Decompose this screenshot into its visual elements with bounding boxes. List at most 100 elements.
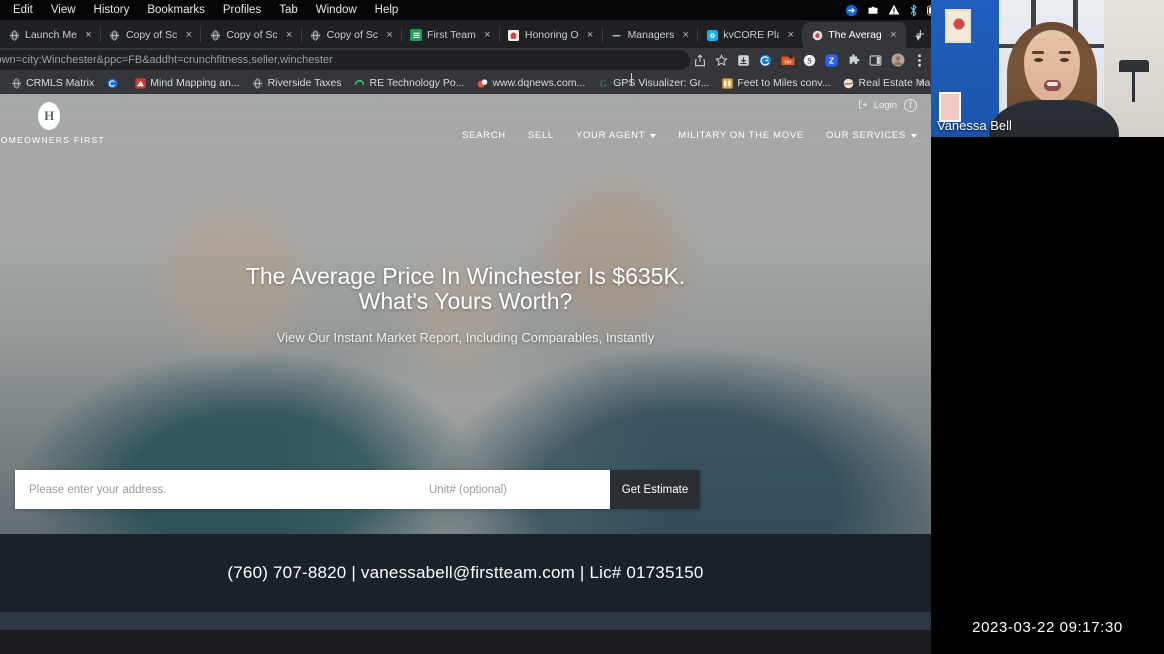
bookmark-item[interactable]: [100, 77, 128, 89]
facebook-icon[interactable]: f: [904, 99, 917, 112]
svg-text:Z: Z: [829, 56, 834, 65]
tab-close-icon[interactable]: ×: [283, 29, 296, 42]
tab-close-icon[interactable]: ×: [182, 29, 195, 42]
nav-military-on-the-move[interactable]: MILITARY ON THE MOVE: [678, 130, 804, 141]
url-path: /sell.php?town=city:Winchester&ppc=FB&ad…: [0, 54, 333, 66]
side-panel-icon[interactable]: [868, 53, 883, 68]
menu-bar-status-icons: Wed Mar 22 9:17 AM: [845, 0, 931, 20]
address-input[interactable]: [15, 470, 415, 509]
sign-in-icon[interactable]: [858, 99, 867, 112]
tab-label: Copy of Sc: [226, 29, 278, 41]
globe-icon: [8, 29, 20, 41]
headline-line-1: The Average Price In Winchester Is $635K…: [245, 263, 686, 289]
bluetooth-icon[interactable]: [909, 3, 918, 17]
browser-tab[interactable]: First Team ×: [402, 22, 500, 48]
bookmarks-overflow-icon[interactable]: »: [919, 77, 925, 89]
address-bar[interactable]: nessabell.firstteam.com/sell.php?town=ci…: [0, 50, 690, 70]
bookmark-item[interactable]: Feet to Miles conv...: [715, 77, 836, 89]
homeowners-first-text: HOMEOWNERS FIRST: [0, 135, 105, 145]
nav-your-agent[interactable]: YOUR AGENT: [576, 130, 657, 141]
bookmark-star-icon[interactable]: [714, 53, 729, 68]
menu-edit[interactable]: Edit: [4, 0, 42, 20]
agent-contact-text: (760) 707-8820 | vanessabell@firstteam.c…: [227, 563, 704, 582]
bookmark-item[interactable]: Mind Mapping an...: [128, 77, 245, 89]
browser-tab[interactable]: Copy of Sc ×: [201, 22, 303, 48]
chevron-down-icon[interactable]: ▾: [915, 31, 921, 44]
get-estimate-button[interactable]: Get Estimate: [610, 470, 700, 509]
macos-menu-bar: Edit View History Bookmarks Profiles Tab…: [0, 0, 931, 20]
webcam-mouth: [1044, 80, 1061, 91]
hero-section: AM STATE H HOMEOWNERS FIRST: [0, 94, 931, 534]
site-logo-group[interactable]: AM STATE H HOMEOWNERS FIRST: [0, 102, 105, 145]
tab-close-icon[interactable]: ×: [481, 29, 494, 42]
browser-tab[interactable]: Managers ×: [603, 22, 699, 48]
bookmark-item[interactable]: Real Estate Marbl...: [837, 77, 931, 89]
extension-orange-icon[interactable]: 994: [780, 53, 795, 68]
tab-close-icon[interactable]: ×: [383, 29, 396, 42]
bookmark-label: GPS Visualizer: Gr...: [613, 77, 710, 89]
nav-label: MILITARY ON THE MOVE: [678, 130, 804, 141]
browser-tab[interactable]: Copy of Sc ×: [101, 22, 202, 48]
bookmark-item[interactable]: RE Technology Po...: [348, 77, 471, 89]
tab-close-icon[interactable]: ×: [784, 29, 797, 42]
bookmark-item[interactable]: CRMLS Matrix: [4, 77, 100, 89]
browser-tab[interactable]: Launch Me ×: [0, 22, 101, 48]
webcam-eye-right: [1060, 58, 1069, 62]
webcam-bg-wall-art: [945, 9, 971, 43]
firstteam-icon: [811, 29, 823, 41]
menu-help[interactable]: Help: [366, 0, 408, 20]
menu-window[interactable]: Window: [307, 0, 366, 20]
bookmark-item[interactable]: www.dqnews.com...: [470, 77, 591, 89]
nav-sell[interactable]: SELL: [528, 130, 554, 141]
cloud-upload-icon[interactable]: [867, 4, 879, 16]
warning-icon[interactable]: [888, 4, 900, 16]
bookmarks-bar: CRMLS Matrix Mind Mapping an... Riversid…: [0, 72, 931, 94]
bookmark-label: Riverside Taxes: [267, 77, 342, 89]
nav-search[interactable]: SEARCH: [462, 130, 506, 141]
browser-tab-strip: Launch Me × Copy of Sc × Copy of Sc × Co…: [0, 20, 931, 48]
extension-z-icon[interactable]: Z: [824, 53, 839, 68]
extension-grammarly-icon[interactable]: [758, 53, 773, 68]
bookmark-item[interactable]: Riverside Taxes: [246, 77, 348, 89]
page-title: The Average Price In Winchester Is $635K…: [0, 264, 931, 314]
webcam-panel-background: [931, 137, 1164, 654]
profile-avatar-icon[interactable]: [890, 53, 905, 68]
browser-tab-active[interactable]: The Averag ×: [803, 22, 906, 48]
tab-close-icon[interactable]: ×: [82, 29, 95, 42]
dropbox-icon[interactable]: [845, 4, 858, 17]
browser-tab[interactable]: Copy of Sc ×: [302, 22, 403, 48]
install-app-icon[interactable]: [736, 53, 751, 68]
nav-label: SELL: [527, 130, 554, 141]
menu-profiles[interactable]: Profiles: [214, 0, 270, 20]
unit-number-input[interactable]: [415, 470, 610, 509]
login-link[interactable]: Login: [874, 100, 897, 111]
tab-close-icon[interactable]: ×: [584, 29, 597, 42]
browser-toolbar: nessabell.firstteam.com/sell.php?town=ci…: [0, 48, 931, 72]
menu-view[interactable]: View: [42, 0, 85, 20]
webcam-eye-left: [1034, 58, 1043, 62]
extension-s-icon[interactable]: S: [802, 53, 817, 68]
participant-name-label: Vanessa Bell: [937, 118, 1012, 133]
tab-close-icon[interactable]: ×: [679, 29, 692, 42]
webcam-video[interactable]: Vanessa Bell: [931, 0, 1164, 137]
menu-tab[interactable]: Tab: [270, 0, 307, 20]
menu-bookmarks[interactable]: Bookmarks: [138, 0, 214, 20]
menu-history[interactable]: History: [85, 0, 139, 20]
bookmark-item[interactable]: G GPS Visualizer: Gr...: [591, 77, 715, 89]
svg-text:G: G: [600, 78, 607, 88]
nav-our-services[interactable]: OUR SERVICES: [826, 130, 917, 141]
browser-tab[interactable]: Honoring O ×: [500, 22, 603, 48]
three-dot-menu-icon[interactable]: [912, 53, 927, 68]
bookmark-label: RE Technology Po...: [369, 77, 465, 89]
tab-label: The Averag: [828, 29, 882, 41]
browser-tab[interactable]: kvCORE Pla ×: [698, 22, 804, 48]
globe-icon: [209, 29, 221, 41]
page-viewport: AM STATE H HOMEOWNERS FIRST: [0, 94, 931, 630]
svg-text:994: 994: [784, 60, 792, 65]
webcam-eyebrow-left: [1032, 51, 1044, 54]
extensions-puzzle-icon[interactable]: [846, 53, 861, 68]
share-icon[interactable]: [692, 53, 707, 68]
site-header: AM STATE H HOMEOWNERS FIRST: [0, 94, 931, 156]
tab-close-icon[interactable]: ×: [887, 29, 900, 42]
screen: Edit View History Bookmarks Profiles Tab…: [0, 0, 1164, 654]
